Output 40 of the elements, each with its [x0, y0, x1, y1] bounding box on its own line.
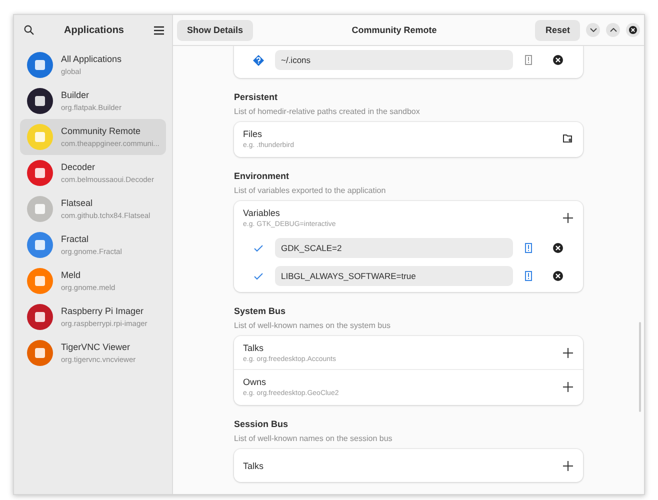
up-button[interactable] [606, 23, 620, 37]
add-icon[interactable] [563, 212, 573, 222]
window-title: Community Remote [350, 25, 438, 35]
close-icon [629, 26, 637, 34]
show-details-button[interactable]: Show Details [177, 20, 254, 40]
row-label: Files [243, 128, 264, 138]
chevron-up-icon [610, 28, 616, 32]
row-label: Talks [243, 460, 265, 470]
add-icon[interactable] [563, 382, 573, 392]
search-icon[interactable] [24, 25, 34, 35]
section-title: Environment [234, 171, 290, 181]
sidebar-title: Applications [64, 24, 124, 36]
remove-icon[interactable] [553, 271, 563, 281]
chevron-down-icon [590, 28, 596, 32]
section-title: Session Bus [234, 419, 290, 429]
section-description: List of homedir-relative paths created in the sandbox [234, 107, 421, 116]
scrollbar[interactable] [639, 322, 641, 412]
menu-icon[interactable] [154, 26, 164, 34]
remove-icon[interactable] [553, 55, 563, 65]
exclamation-icon[interactable] [524, 271, 532, 281]
row-label: Variables [243, 208, 281, 218]
section-description: List of well-known names on the system bus [234, 321, 392, 330]
reset-button[interactable]: Reset [535, 20, 580, 40]
value-field[interactable]: LIBGL_ALWAYS_SOFTWARE=true [275, 266, 513, 286]
add-icon[interactable] [563, 348, 573, 358]
value-field[interactable]: ~/.icons [275, 50, 513, 70]
down-button[interactable] [586, 23, 600, 37]
row-label: Owns [243, 376, 268, 386]
close-button[interactable] [626, 23, 640, 37]
folder-icon[interactable] [563, 134, 573, 143]
exclamation-icon[interactable] [524, 243, 532, 253]
remove-icon[interactable] [553, 243, 563, 253]
section-title: Persistent [234, 92, 279, 102]
exclamation-icon[interactable] [524, 55, 532, 65]
value-field[interactable]: GDK_SCALE=2 [275, 238, 513, 258]
section-description: List of variables exported to the application [234, 186, 387, 195]
row-label: Talks [243, 342, 265, 352]
add-icon[interactable] [563, 460, 573, 470]
section-description: List of well-known names on the session bus [234, 434, 394, 443]
section-title: System Bus [234, 306, 287, 316]
